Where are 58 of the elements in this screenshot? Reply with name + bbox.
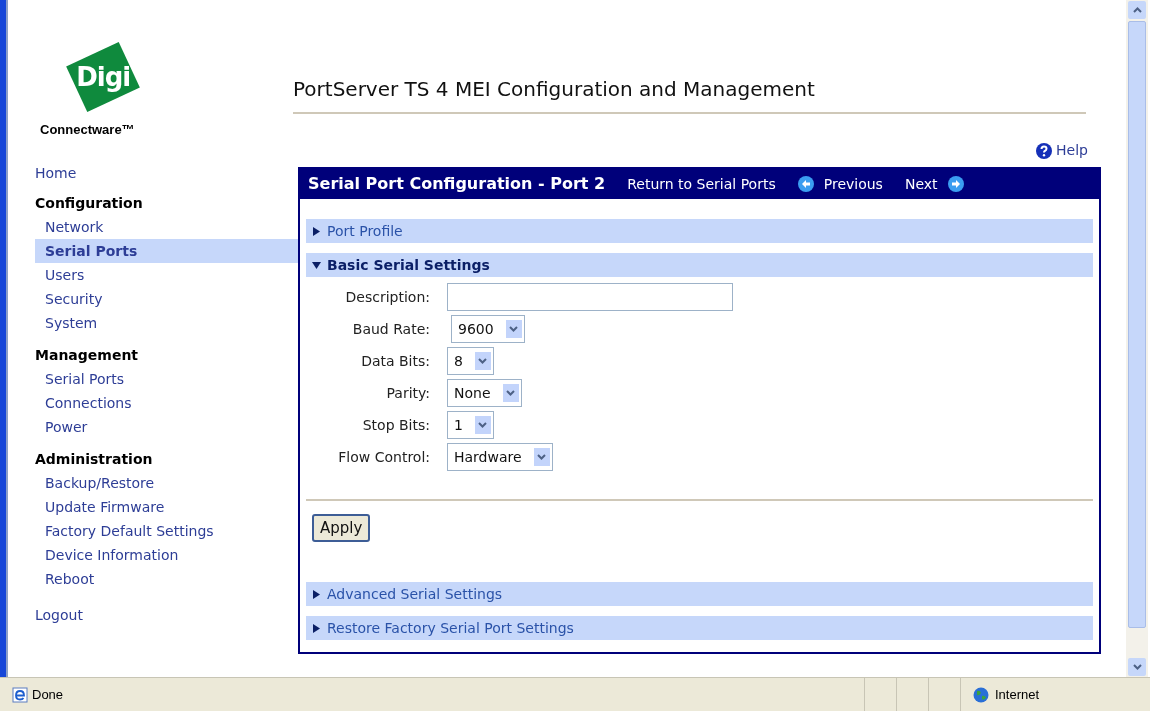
scroll-down-button[interactable] — [1128, 658, 1146, 676]
nav-heading: Configuration — [35, 193, 144, 213]
caret-down-icon — [1132, 664, 1142, 670]
dropdown[interactable]: None — [447, 379, 522, 407]
scrollbar[interactable] — [1126, 0, 1148, 677]
nav-link[interactable]: Factory Default Settings — [35, 518, 298, 543]
caret-right-icon — [312, 226, 321, 236]
return-link[interactable]: Return to Serial Ports — [627, 173, 776, 195]
nav-link[interactable]: Power — [35, 414, 298, 439]
section-header[interactable]: Port Profile — [306, 219, 1093, 243]
nav-link[interactable]: Backup/Restore — [35, 470, 298, 495]
caret-right-icon — [312, 623, 321, 633]
nav-link[interactable]: Logout — [35, 602, 83, 627]
nav-heading: Management — [35, 345, 140, 365]
nav-link[interactable]: Users — [35, 262, 298, 287]
caret-down-icon — [312, 260, 321, 270]
nav-link[interactable]: Device Information — [35, 542, 298, 567]
nav-link[interactable]: Serial Ports — [35, 238, 298, 263]
nav-link[interactable]: Update Firmware — [35, 494, 298, 519]
nav-link[interactable]: Security — [35, 286, 298, 311]
dropdown[interactable]: Hardware — [447, 443, 553, 471]
section-header[interactable]: Basic Serial Settings — [306, 253, 1093, 277]
status-text: Done — [32, 685, 64, 704]
caret-right-icon — [312, 589, 321, 599]
scroll-thumb[interactable] — [1128, 21, 1146, 628]
apply-button[interactable]: Apply — [312, 514, 371, 542]
nav-link[interactable]: Connections — [35, 390, 298, 415]
caret-up-icon — [1132, 7, 1142, 13]
description-field[interactable] — [447, 283, 733, 311]
field-label: Stop Bits: — [361, 415, 430, 435]
zone-text: Internet — [995, 685, 1040, 704]
section-header[interactable]: Restore Factory Serial Port Settings — [306, 616, 1093, 640]
field-label: Baud Rate: — [351, 319, 430, 339]
next-link[interactable]: Next — [904, 173, 964, 195]
logo-mark: Digi — [68, 42, 138, 112]
globe-icon — [973, 686, 989, 703]
nav-link[interactable]: Reboot — [35, 566, 298, 591]
page-title: PortServer TS 4 MEI Configuration and Management — [293, 76, 816, 103]
nav-link[interactable]: Network — [35, 214, 298, 239]
help-link[interactable]: Help — [1036, 140, 1088, 161]
previous-link[interactable]: Previous — [797, 173, 883, 195]
help-icon — [1036, 142, 1053, 159]
dropdown[interactable]: 1 — [447, 411, 494, 439]
scroll-up-button[interactable] — [1128, 1, 1146, 19]
field-label: Parity: — [385, 383, 430, 403]
panel-title: Serial Port Configuration - Port 2 — [308, 173, 606, 195]
nav-heading: Administration — [35, 449, 154, 469]
dropdown[interactable]: 9600 — [451, 315, 525, 343]
nav-link[interactable]: Serial Ports — [35, 366, 298, 391]
logo-wordmark: Connectware™ — [40, 121, 135, 139]
nav-link[interactable]: Home — [35, 160, 77, 185]
dropdown[interactable]: 8 — [447, 347, 494, 375]
nav-link[interactable]: System — [35, 310, 298, 335]
field-label: Description: — [344, 287, 430, 307]
page-icon — [12, 686, 28, 703]
section-header[interactable]: Advanced Serial Settings — [306, 582, 1093, 606]
field-label: Flow Control: — [337, 447, 430, 467]
field-label: Data Bits: — [360, 351, 430, 371]
